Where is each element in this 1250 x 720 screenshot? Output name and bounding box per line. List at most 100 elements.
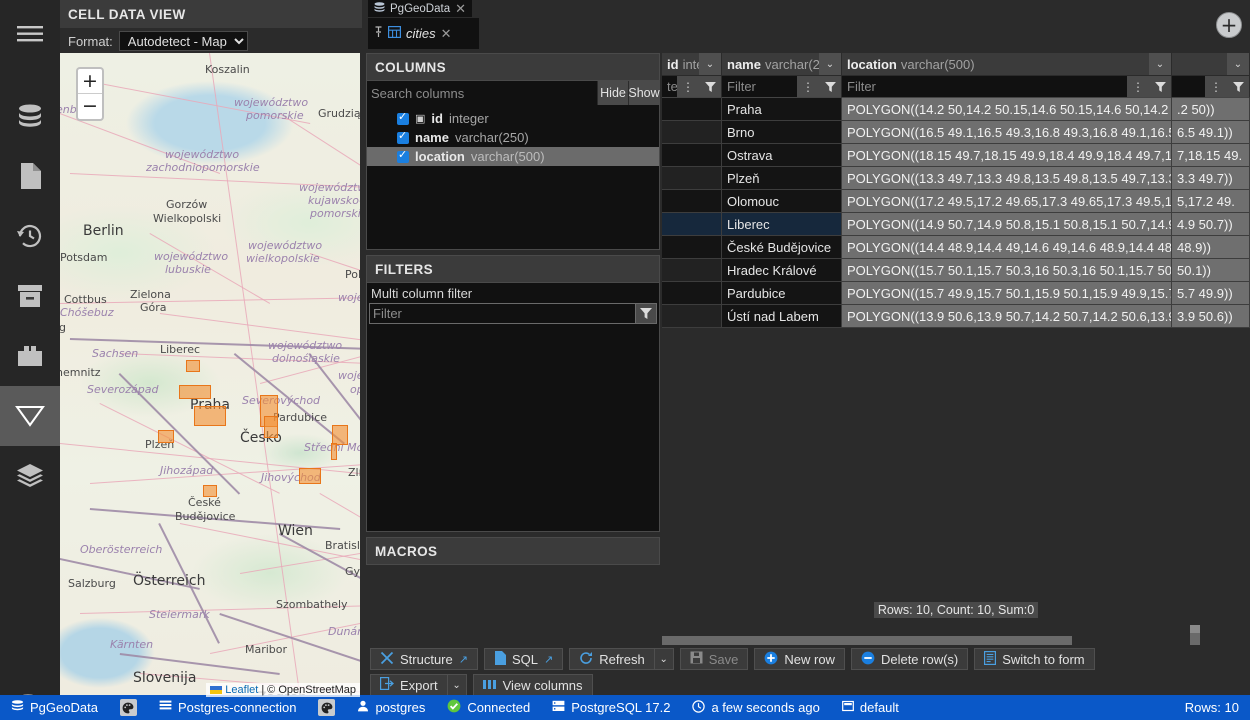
table-row[interactable]: Plzeň POLYGON((13.3 49.7,13.3 49.8,13.5 4…	[662, 167, 1250, 190]
status-user[interactable]: postgres	[346, 695, 436, 720]
cell-location[interactable]: POLYGON((14.2 50,14.2 50.15,14.6 50.15,1…	[842, 98, 1172, 121]
cell-location-overflow[interactable]: 3.3 49.7))	[1172, 167, 1250, 190]
cell-location-overflow[interactable]: 3.9 50.6))	[1172, 305, 1250, 328]
cell-location[interactable]: POLYGON((14.4 48.9,14.4 49,14.6 49,14.6 …	[842, 236, 1172, 259]
column-checkbox[interactable]	[397, 110, 409, 125]
structure-button[interactable]: Structure ↗	[370, 648, 478, 670]
tab-database-pggeodata[interactable]: PgGeoData ✕	[368, 0, 473, 17]
grid-column-header-location[interactable]: location varchar(500) ⌄	[842, 53, 1172, 76]
cell-id[interactable]	[662, 121, 722, 144]
filter-funnel-icon[interactable]	[1227, 76, 1249, 97]
table-row[interactable]: Praha POLYGON((14.2 50,14.2 50.15,14.6 50…	[662, 98, 1250, 121]
cell-location-overflow[interactable]: .2 50))	[1172, 98, 1250, 121]
status-connection-theme-chip[interactable]	[307, 695, 346, 720]
filter-funnel-icon[interactable]	[1149, 76, 1171, 97]
grid-filter-name[interactable]: Filter ⋮	[722, 76, 842, 98]
tab-table-cities[interactable]: cities ✕	[368, 18, 479, 49]
kebab-menu-icon[interactable]: ⋮	[797, 76, 819, 97]
cell-name[interactable]: Praha	[722, 98, 842, 121]
switch-to-form-button[interactable]: Switch to form	[974, 648, 1095, 670]
hide-columns-button[interactable]: Hide	[597, 81, 628, 105]
column-list-item[interactable]: name varchar(250)	[367, 128, 659, 147]
vertical-scrollbar-thumb[interactable]	[1190, 625, 1200, 633]
chevron-down-icon[interactable]: ⌄	[819, 53, 841, 75]
delete-row-s--button[interactable]: Delete row(s)	[850, 648, 969, 670]
horizontal-scrollbar[interactable]	[662, 633, 1250, 645]
cell-id[interactable]	[662, 98, 722, 121]
cell-id[interactable]	[662, 236, 722, 259]
chevron-down-icon[interactable]: ⌄	[1149, 53, 1171, 75]
table-row[interactable]: Olomouc POLYGON((17.2 49.5,17.2 49.65,17.…	[662, 190, 1250, 213]
archive-icon[interactable]	[0, 266, 60, 326]
cell-id[interactable]	[662, 167, 722, 190]
cell-name[interactable]: Liberec	[722, 213, 842, 236]
chevron-down-icon[interactable]: ⌄	[446, 674, 467, 696]
grid-filter-location[interactable]: Filter ⋮	[842, 76, 1172, 98]
cell-location-overflow[interactable]: 6.5 49.1))	[1172, 121, 1250, 144]
column-checkbox[interactable]	[397, 148, 409, 163]
cell-id[interactable]	[662, 282, 722, 305]
filter-funnel-icon[interactable]	[819, 76, 841, 97]
table-row[interactable]: Ostrava POLYGON((18.15 49.7,18.15 49.9,18…	[662, 144, 1250, 167]
close-icon[interactable]: ✕	[441, 26, 452, 42]
kebab-menu-icon[interactable]: ⋮	[1127, 76, 1149, 97]
cell-id[interactable]	[662, 305, 722, 328]
cell-id[interactable]	[662, 190, 722, 213]
table-row[interactable]: Hradec Králové POLYGON((15.7 50.1,15.7 50…	[662, 259, 1250, 282]
layers-icon[interactable]	[0, 446, 60, 506]
chevron-down-icon[interactable]: ⌄	[653, 648, 674, 670]
history-icon[interactable]	[0, 206, 60, 266]
cell-location-overflow[interactable]: 5,17.2 49.	[1172, 190, 1250, 213]
cell-name[interactable]: Olomouc	[722, 190, 842, 213]
cell-location-overflow[interactable]: 48.9))	[1172, 236, 1250, 259]
export-button[interactable]: Export	[370, 674, 447, 696]
grid-filter-overflow[interactable]: ⋮	[1172, 76, 1250, 98]
filter-triangle-icon[interactable]	[0, 386, 60, 446]
status-updated[interactable]: a few seconds ago	[681, 695, 830, 720]
show-columns-button[interactable]: Show	[628, 81, 660, 105]
status-connection[interactable]: Postgres-connection	[148, 695, 308, 720]
menu-icon[interactable]	[0, 4, 60, 64]
table-row[interactable]: Pardubice POLYGON((15.7 49.9,15.7 50.1,15…	[662, 282, 1250, 305]
horizontal-scrollbar-thumb[interactable]	[662, 636, 1072, 645]
cell-location[interactable]: POLYGON((13.9 50.6,13.9 50.7,14.2 50.7,1…	[842, 305, 1172, 328]
vertical-scrollbar-track[interactable]	[1190, 633, 1200, 645]
leaflet-link[interactable]: Leaflet	[225, 684, 258, 696]
grid-column-header-overflow[interactable]: ⌄	[1172, 53, 1250, 76]
cell-id[interactable]	[662, 213, 722, 236]
cell-location[interactable]: POLYGON((16.5 49.1,16.5 49.3,16.8 49.3,1…	[842, 121, 1172, 144]
cell-location[interactable]: POLYGON((15.7 49.9,15.7 50.1,15.9 50.1,1…	[842, 282, 1172, 305]
search-columns-input[interactable]	[367, 81, 597, 105]
table-row[interactable]: Ústí nad Labem POLYGON((13.9 50.6,13.9 50…	[662, 305, 1250, 328]
new-row-button[interactable]: New row	[754, 648, 845, 670]
cell-location[interactable]: POLYGON((15.7 50.1,15.7 50.3,16 50.3,16 …	[842, 259, 1172, 282]
column-list-item[interactable]: ▣ id integer	[367, 109, 659, 128]
cell-name[interactable]: Hradec Králové	[722, 259, 842, 282]
cell-location-overflow[interactable]: 7,18.15 49.	[1172, 144, 1250, 167]
cell-location-overflow[interactable]: 5.7 49.9))	[1172, 282, 1250, 305]
cell-location-overflow[interactable]: 4.9 50.7))	[1172, 213, 1250, 236]
chevron-down-icon[interactable]: ⌄	[699, 53, 721, 75]
table-row[interactable]: České Budějovice POLYGON((14.4 48.9,14.4 …	[662, 236, 1250, 259]
chevron-down-icon[interactable]: ⌄	[1227, 53, 1249, 75]
cell-name[interactable]: České Budějovice	[722, 236, 842, 259]
sql-button[interactable]: SQL ↗	[483, 648, 564, 670]
close-icon[interactable]: ✕	[455, 1, 466, 17]
zoom-out-button[interactable]: −	[78, 94, 102, 119]
cell-name[interactable]: Pardubice	[722, 282, 842, 305]
status-schema[interactable]: default	[831, 695, 910, 720]
column-list-item[interactable]: location varchar(500)	[367, 147, 659, 166]
table-row[interactable]: Brno POLYGON((16.5 49.1,16.5 49.3,16.8 49…	[662, 121, 1250, 144]
map-view[interactable]: KoszalinwojewództwopomorskieGrudziądzenb…	[60, 53, 360, 697]
cell-name[interactable]: Ústí nad Labem	[722, 305, 842, 328]
column-checkbox[interactable]	[397, 129, 409, 144]
view-columns-button[interactable]: View columns	[472, 674, 593, 696]
filter-funnel-icon[interactable]	[636, 303, 657, 324]
grid-column-header-name[interactable]: name varchar(250) ⌄	[722, 53, 842, 76]
cell-id[interactable]	[662, 144, 722, 167]
cell-name[interactable]: Brno	[722, 121, 842, 144]
status-database-theme-chip[interactable]	[109, 695, 148, 720]
cell-id[interactable]	[662, 259, 722, 282]
add-tab-button[interactable]: +	[1216, 12, 1242, 38]
zoom-in-button[interactable]: +	[78, 69, 102, 94]
